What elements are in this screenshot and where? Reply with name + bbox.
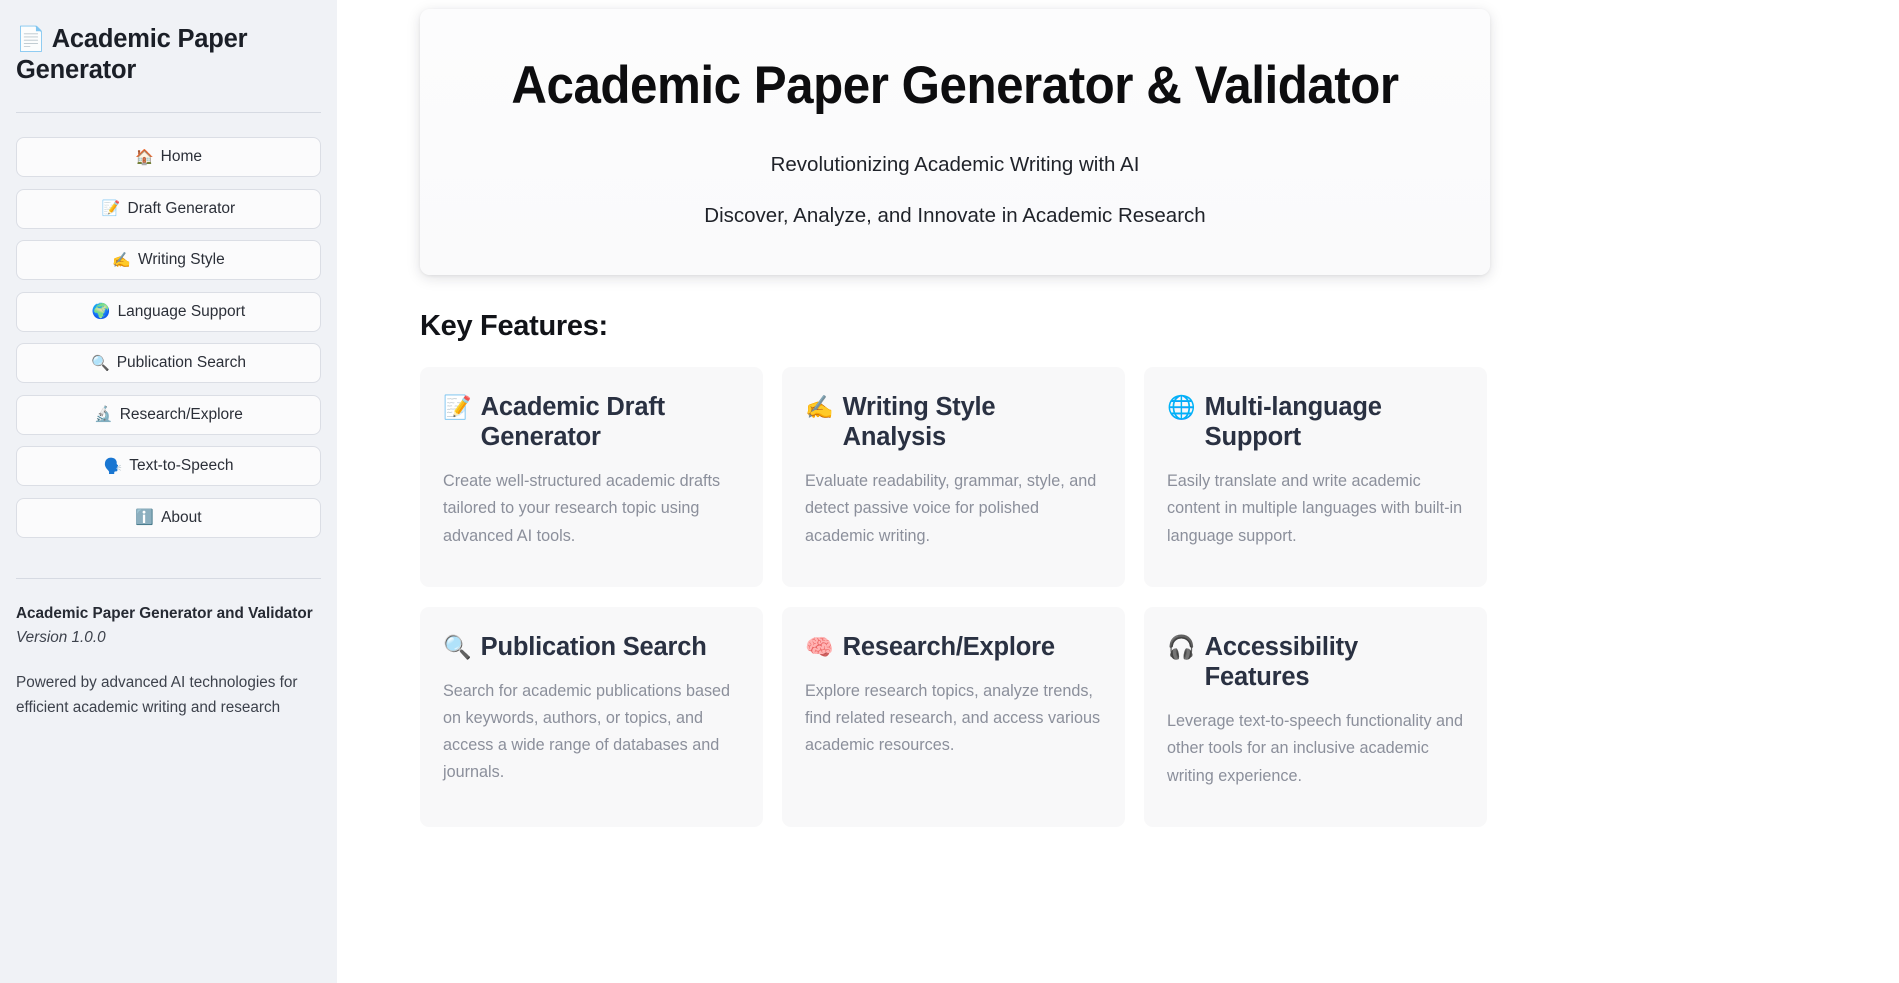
sidebar-item-label: Publication Search bbox=[116, 354, 246, 372]
sidebar-item-label: About bbox=[161, 508, 202, 526]
sidebar-item-text-to-speech[interactable]: 🗣️ Text-to-Speech bbox=[16, 446, 321, 487]
sidebar-item-draft-generator[interactable]: 📝 Draft Generator bbox=[16, 188, 321, 229]
sidebar-item-label: Draft Generator bbox=[127, 199, 236, 217]
headphone-icon: 🎧 bbox=[1167, 633, 1196, 660]
writing-hand-icon: ✍️ bbox=[805, 393, 834, 420]
footer-description: Powered by advanced AI technologies for … bbox=[16, 674, 298, 717]
card-header: 🌐 Multi-language Support bbox=[1167, 392, 1464, 453]
sidebar-item-about[interactable]: ℹ️ About bbox=[16, 497, 321, 538]
card-title: Research/Explore bbox=[842, 632, 1055, 661]
feature-card-academic-draft-generator: 📝 Academic Draft Generator Create well-s… bbox=[420, 366, 763, 587]
brain-icon: 🧠 bbox=[805, 633, 834, 660]
microscope-icon: 🔬 bbox=[94, 406, 113, 424]
card-description: Search for academic publications based o… bbox=[443, 682, 731, 782]
hero-subtitle-primary: Revolutionizing Academic Writing with AI bbox=[770, 153, 1140, 177]
sidebar: 📄 Academic Paper Generator 🏠 Home 📝 Draft… bbox=[0, 0, 337, 983]
sidebar-divider-top bbox=[16, 112, 321, 114]
magnifying-glass-icon: 🔍 bbox=[91, 354, 110, 372]
card-title: Publication Search bbox=[480, 632, 707, 661]
sidebar-item-label: Text-to-Speech bbox=[129, 457, 234, 475]
card-description: Create well-structured academic drafts t… bbox=[443, 472, 721, 545]
sidebar-item-home[interactable]: 🏠 Home bbox=[16, 137, 321, 178]
memo-icon: 📝 bbox=[101, 200, 121, 218]
sidebar-brand-label: Academic Paper Generator bbox=[16, 25, 248, 85]
app-root: 📄 Academic Paper Generator 🏠 Home 📝 Draft… bbox=[0, 0, 1899, 983]
information-icon: ℹ️ bbox=[135, 509, 155, 527]
main-content: Academic Paper Generator & Validator Rev… bbox=[337, 0, 1899, 983]
magnifying-glass-icon: 🔍 bbox=[443, 633, 472, 660]
document-icon: 📄 bbox=[16, 26, 46, 53]
card-description: Explore research topics, analyze trends,… bbox=[805, 682, 1101, 755]
sidebar-item-label: Home bbox=[160, 148, 203, 166]
card-description: Easily translate and write academic cont… bbox=[1167, 472, 1463, 545]
feature-card-writing-style-analysis: ✍️ Writing Style Analysis Evaluate reada… bbox=[782, 366, 1125, 587]
feature-cards-grid: 📝 Academic Draft Generator Create well-s… bbox=[420, 366, 1490, 827]
card-title: Writing Style Analysis bbox=[842, 392, 996, 452]
key-features-heading: Key Features: bbox=[420, 309, 608, 342]
card-header: 🎧 Accessibility Features bbox=[1167, 632, 1464, 693]
sidebar-item-label: Research/Explore bbox=[119, 405, 243, 423]
main-inner: Academic Paper Generator & Validator Rev… bbox=[420, 9, 1490, 827]
card-header: 🧠 Research/Explore bbox=[805, 632, 1102, 662]
speaking-head-icon: 🗣️ bbox=[103, 457, 123, 475]
card-header: ✍️ Writing Style Analysis bbox=[805, 392, 1102, 453]
card-header: 🔍 Publication Search bbox=[443, 632, 740, 662]
sidebar-nav: 🏠 Home 📝 Draft Generator ✍️ Writing Styl… bbox=[16, 137, 321, 538]
house-icon: 🏠 bbox=[134, 148, 154, 166]
card-title: Multi-language Support bbox=[1204, 392, 1382, 452]
footer-app-name: Academic Paper Generator and Validator bbox=[16, 604, 313, 622]
footer-version: Version 1.0.0 bbox=[16, 628, 106, 646]
card-header: 📝 Academic Draft Generator bbox=[443, 392, 740, 453]
sidebar-divider-bottom bbox=[16, 577, 321, 579]
globe-europe-africa-icon: 🌍 bbox=[91, 303, 111, 321]
card-title: Academic Draft Generator bbox=[480, 392, 665, 452]
feature-card-publication-search: 🔍 Publication Search Search for academic… bbox=[420, 606, 763, 827]
feature-card-multi-language-support: 🌐 Multi-language Support Easily translat… bbox=[1144, 366, 1487, 587]
hero-banner: Academic Paper Generator & Validator Rev… bbox=[420, 9, 1490, 275]
sidebar-footer: Academic Paper Generator and Validator V… bbox=[16, 603, 321, 721]
memo-icon: 📝 bbox=[443, 393, 472, 420]
card-description: Leverage text-to-speech functionality an… bbox=[1167, 712, 1464, 785]
sidebar-item-label: Writing Style bbox=[137, 251, 225, 269]
sidebar-item-research-explore[interactable]: 🔬 Research/Explore bbox=[16, 394, 321, 435]
feature-card-research-explore: 🧠 Research/Explore Explore research topi… bbox=[782, 606, 1125, 827]
writing-hand-icon: ✍️ bbox=[112, 251, 131, 269]
globe-meridians-icon: 🌐 bbox=[1167, 393, 1196, 420]
feature-card-accessibility-features: 🎧 Accessibility Features Leverage text-t… bbox=[1144, 606, 1487, 827]
card-description: Evaluate readability, grammar, style, an… bbox=[805, 472, 1097, 545]
hero-subtitle-secondary: Discover, Analyze, and Innovate in Acade… bbox=[704, 204, 1206, 228]
sidebar-item-publication-search[interactable]: 🔍 Publication Search bbox=[16, 343, 321, 384]
sidebar-item-writing-style[interactable]: ✍️ Writing Style bbox=[16, 240, 321, 281]
sidebar-item-language-support[interactable]: 🌍 Language Support bbox=[16, 291, 321, 332]
card-title: Accessibility Features bbox=[1204, 632, 1359, 692]
sidebar-item-label: Language Support bbox=[117, 302, 246, 320]
sidebar-brand-title: 📄 Academic Paper Generator bbox=[16, 14, 321, 86]
page-title: Academic Paper Generator & Validator bbox=[511, 56, 1399, 115]
